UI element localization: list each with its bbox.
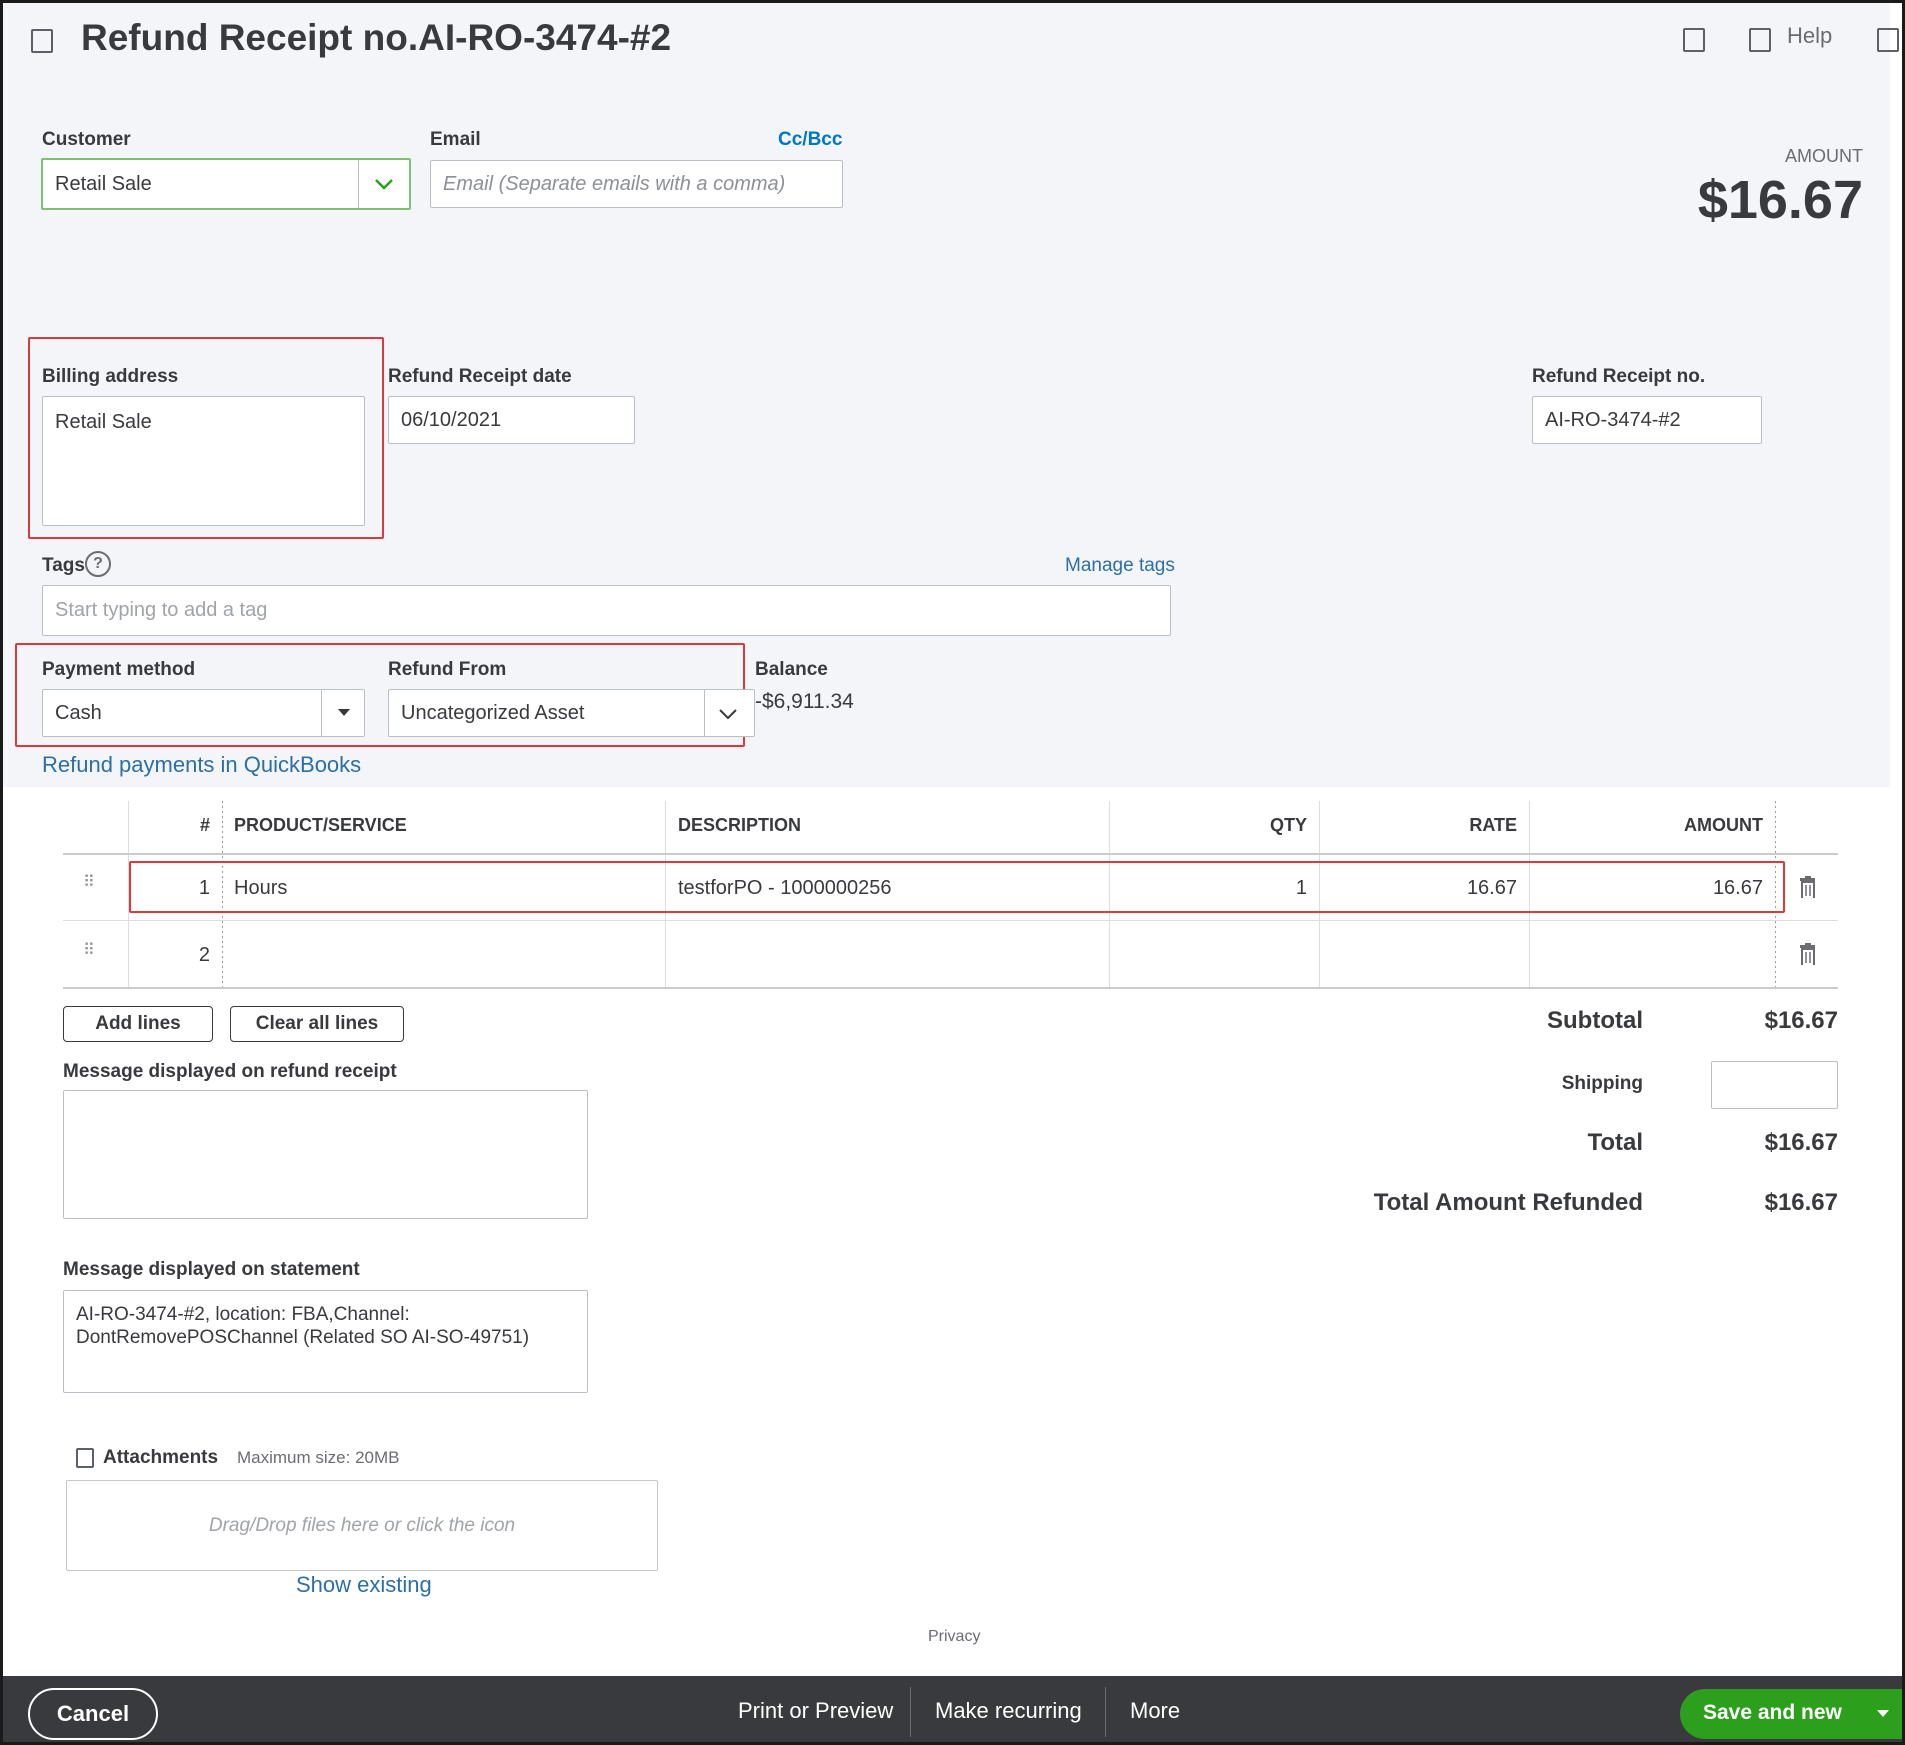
statement-message-field[interactable]: AI-RO-3474-#2, location: FBA,Channel: Do… (63, 1290, 588, 1393)
receipt-no-field[interactable]: AI-RO-3474-#2 (1532, 396, 1762, 444)
row-num: 2 (198, 944, 210, 966)
billing-value: Retail Sale (55, 411, 152, 433)
payment-method-select[interactable]: Cash (42, 689, 365, 737)
refund-from-select[interactable]: Uncategorized Asset (388, 689, 755, 737)
make-recurring-button[interactable]: Make recurring (935, 1698, 1082, 1724)
col-header-rate: RATE (1469, 815, 1517, 835)
refund-from-value: Uncategorized Asset (401, 701, 585, 724)
help-label[interactable]: Help (1787, 23, 1832, 49)
row-divider (63, 920, 1838, 921)
show-existing-link[interactable]: Show existing (296, 1572, 432, 1598)
total-refunded-label: Total Amount Refunded (1373, 1189, 1643, 1216)
chevron-down-icon[interactable] (373, 174, 395, 194)
add-lines-button[interactable]: Add lines (63, 1006, 213, 1042)
drag-handle-icon[interactable]: ⠿ (83, 943, 96, 959)
subtotal-value: $16.67 (1764, 1007, 1838, 1034)
tags-input[interactable]: Start typing to add a tag (42, 585, 1171, 636)
drag-handle-icon[interactable]: ⠿ (83, 875, 96, 891)
cancel-button[interactable]: Cancel (28, 1688, 158, 1740)
customer-label: Customer (42, 129, 131, 150)
payment-divider (321, 690, 322, 736)
privacy-link[interactable]: Privacy (928, 1628, 980, 1646)
refund-receipt-window: Refund Receipt no.AI-RO-3474-#2 Help Cus… (0, 0, 1905, 1745)
receipt-no-value: AI-RO-3474-#2 (1545, 408, 1681, 431)
col-header-amount: AMOUNT (1684, 815, 1763, 835)
caret-down-icon[interactable] (336, 707, 352, 719)
statement-message-value: AI-RO-3474-#2, location: FBA,Channel: Do… (76, 1304, 530, 1348)
trash-icon[interactable] (1799, 876, 1815, 898)
table-bottom-divider (63, 987, 1838, 989)
dropzone-text: Drag/Drop files here or click the icon (208, 1514, 516, 1536)
receipt-date-value: 06/10/2021 (401, 408, 502, 431)
footer-separator (1105, 1687, 1106, 1737)
col-header-description: DESCRIPTION (678, 815, 802, 835)
help-icon[interactable] (1749, 28, 1771, 52)
receipt-message-field[interactable] (63, 1090, 588, 1219)
attachments-max-size: Maximum size: 20MB (237, 1448, 400, 1467)
receipt-date-label: Refund Receipt date (388, 366, 572, 387)
billing-address-field[interactable]: Retail Sale (42, 396, 365, 526)
attachments-label: Attachments (103, 1447, 219, 1468)
email-placeholder: Email (Separate emails with a comma) (443, 172, 786, 195)
clear-all-lines-button[interactable]: Clear all lines (230, 1006, 404, 1042)
attachments-dropzone[interactable]: Drag/Drop files here or click the icon (66, 1480, 658, 1571)
subtotal-label: Subtotal (1547, 1007, 1643, 1034)
receipt-no-label: Refund Receipt no. (1532, 366, 1706, 387)
history-icon[interactable] (31, 29, 53, 53)
refund-payments-link[interactable]: Refund payments in QuickBooks (42, 752, 361, 778)
tags-placeholder: Start typing to add a tag (55, 599, 268, 621)
customer-value: Retail Sale (55, 172, 152, 195)
help-circle-icon[interactable]: ? (85, 551, 111, 577)
col-header-num: # (199, 815, 210, 835)
statement-message-label: Message displayed on statement (63, 1259, 360, 1280)
amount-label: AMOUNT (1785, 146, 1863, 166)
table-header-divider (63, 853, 1838, 855)
shipping-label: Shipping (1561, 1073, 1643, 1094)
email-label: Email (430, 129, 481, 150)
customer-select[interactable]: Retail Sale (41, 158, 411, 210)
balance-value: -$6,911.34 (755, 690, 854, 713)
billing-label: Billing address (42, 366, 179, 387)
caret-down-icon[interactable] (1875, 1708, 1891, 1720)
email-field[interactable]: Email (Separate emails with a comma) (430, 160, 843, 208)
customer-divider (358, 160, 359, 208)
refund-from-label: Refund From (388, 659, 507, 680)
highlight-line-item (129, 861, 1785, 913)
paperclip-icon[interactable] (76, 1448, 94, 1468)
manage-tags-link[interactable]: Manage tags (1065, 555, 1175, 577)
page-title: Refund Receipt no.AI-RO-3474-#2 (81, 17, 672, 58)
print-preview-button[interactable]: Print or Preview (738, 1698, 893, 1724)
total-value: $16.67 (1764, 1129, 1838, 1156)
receipt-date-field[interactable]: 06/10/2021 (388, 396, 635, 444)
save-and-new-label: Save and new (1703, 1701, 1842, 1724)
cc-bcc-link[interactable]: Cc/Bcc (778, 129, 842, 151)
settings-icon[interactable] (1683, 28, 1705, 52)
close-icon[interactable] (1877, 28, 1899, 52)
more-button[interactable]: More (1130, 1698, 1180, 1724)
amount-total: $16.67 (1697, 170, 1863, 230)
receipt-message-label: Message displayed on refund receipt (63, 1061, 397, 1082)
refund-from-divider (704, 690, 705, 736)
shipping-field[interactable] (1711, 1061, 1838, 1109)
trash-icon[interactable] (1799, 943, 1815, 965)
save-and-new-button[interactable]: Save and new (1680, 1689, 1902, 1739)
chevron-down-icon[interactable] (717, 704, 739, 724)
payment-method-value: Cash (55, 701, 102, 724)
col-header-qty: QTY (1269, 815, 1307, 835)
col-header-product: PRODUCT/SERVICE (234, 815, 407, 835)
total-label: Total (1587, 1129, 1643, 1156)
tags-label: Tags (42, 555, 85, 576)
total-refunded-value: $16.67 (1764, 1189, 1838, 1216)
balance-label: Balance (755, 659, 828, 680)
payment-method-label: Payment method (42, 659, 196, 680)
footer-separator (910, 1687, 911, 1737)
